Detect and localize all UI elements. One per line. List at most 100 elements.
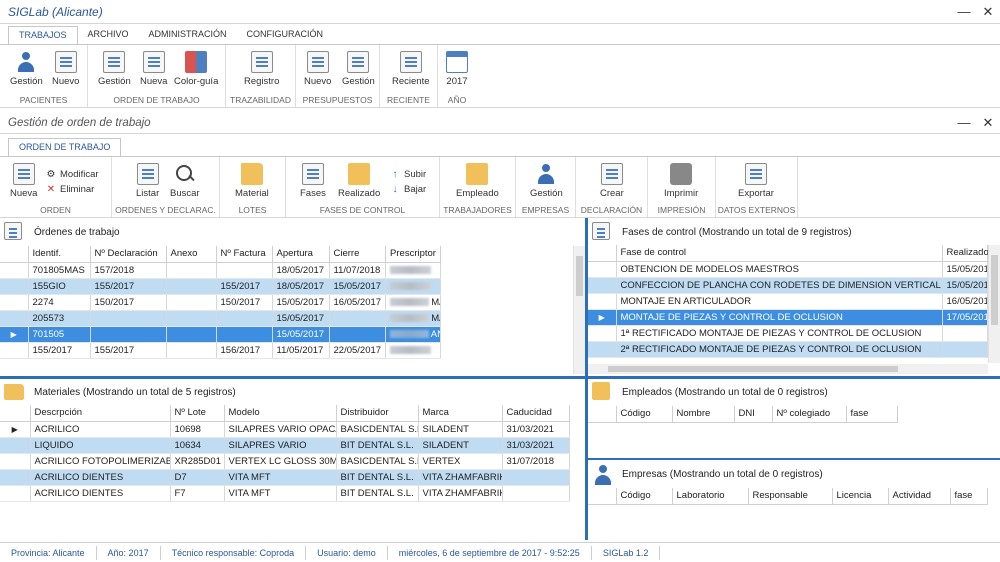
child-close-icon[interactable]: ✕ <box>976 113 1000 133</box>
column-header[interactable]: DNI <box>734 406 773 423</box>
table-row[interactable]: ACRILICO DIENTES D7 VITA MFT BIT DENTAL S.L… <box>0 469 570 486</box>
crear-button[interactable]: Crear <box>600 163 624 199</box>
column-header[interactable]: Realizado <box>942 245 989 262</box>
column-header[interactable]: fase <box>950 488 988 505</box>
cell: VITA ZHAMFABRIK <box>418 469 503 486</box>
orden-nueva-button[interactable]: Nueva <box>140 51 167 87</box>
color-guia-button[interactable]: Color-guía <box>174 51 218 87</box>
pacientes-gestion-button[interactable]: Gestión <box>10 51 43 87</box>
group-label: AÑO <box>447 95 467 105</box>
tab-orden-trabajo[interactable]: ORDEN DE TRABAJO <box>8 138 122 156</box>
subir-button[interactable]: ↑ Subir <box>390 169 427 180</box>
column-header[interactable]: Nº colegiado <box>772 406 847 423</box>
empresas-gestion-button[interactable]: Gestión <box>530 163 563 199</box>
column-header[interactable]: Laboratorio <box>672 488 749 505</box>
column-header[interactable]: Caducidad <box>502 405 570 422</box>
column-header[interactable]: fase <box>846 406 898 423</box>
realizado-button[interactable]: Realizado <box>338 163 380 199</box>
minimize-icon[interactable]: — <box>952 2 976 22</box>
column-header[interactable]: Licencia <box>832 488 889 505</box>
modificar-button[interactable]: ⚙ Modificar <box>46 169 99 180</box>
table-row[interactable]: ▶ ACRILICO 10698 SILAPRES VARIO OPACA BASICD… <box>0 421 570 438</box>
table-row[interactable]: 205573 15/05/2017 MAR <box>0 310 441 327</box>
imprimir-button[interactable]: Imprimir <box>664 163 698 199</box>
child-minimize-icon[interactable]: — <box>952 113 976 133</box>
table-row[interactable]: LIQUIDO 10634 SILAPRES VARIO BIT DENTAL S.L… <box>0 437 570 454</box>
column-header[interactable]: Código <box>616 488 673 505</box>
cell: 1ª RECTIFICADO MONTAJE DE PIEZAS Y CONTR… <box>616 325 943 342</box>
table-row[interactable]: 2ª RECTIFICADO MONTAJE DE PIEZAS Y CONTR… <box>588 341 988 358</box>
material-button[interactable]: Material <box>235 163 269 199</box>
table-header-row: Código Nombre DNI Nº colegiado fase <box>588 406 898 423</box>
fases-button[interactable]: Fases <box>300 163 326 199</box>
column-header[interactable]: Anexo <box>166 246 217 263</box>
cell: SILAPRES VARIO OPACA <box>224 421 337 438</box>
group-datos-externos: Exportar DATOS EXTERNOS <box>716 157 798 217</box>
column-header[interactable]: Actividad <box>888 488 951 505</box>
buscar-button[interactable]: Buscar <box>170 163 200 199</box>
cell: VERTEX LC GLOSS 30ML <box>224 453 337 470</box>
tab-configuracion[interactable]: CONFIGURACIÓN <box>237 26 334 44</box>
close-icon[interactable]: ✕ <box>976 2 1000 22</box>
listar-button[interactable]: Listar <box>136 163 159 199</box>
tab-archivo[interactable]: ARCHIVO <box>78 26 139 44</box>
cell: 18/05/2017 <box>272 262 330 279</box>
column-header[interactable]: Apertura <box>272 246 330 263</box>
nueva-orden-button[interactable]: Nueva <box>10 163 37 199</box>
column-header[interactable]: Distribuidor <box>336 405 419 422</box>
column-header[interactable]: Marca <box>418 405 503 422</box>
orden-gestion-button[interactable]: Gestión <box>98 51 131 87</box>
column-header[interactable]: Nº Declaración <box>90 246 167 263</box>
bajar-button[interactable]: ↓ Bajar <box>390 184 427 195</box>
tab-administracion[interactable]: ADMINISTRACIÓN <box>139 26 237 44</box>
table-row-selected[interactable]: ▶ MONTAJE DE PIEZAS Y CONTROL DE OCLUSION… <box>588 309 988 326</box>
table-row[interactable]: ACRILICO DIENTES F7 VITA MFT BIT DENTAL S.L… <box>0 485 570 502</box>
exportar-button[interactable]: Exportar <box>738 163 774 199</box>
table-header-row: Identif. Nº Declaración Anexo Nº Factura… <box>0 246 441 263</box>
right-splitter[interactable] <box>588 458 1000 460</box>
table-row[interactable]: ACRILICO FOTOPOLIMERIZABLE XR285D01 VERTEX… <box>0 453 570 470</box>
column-header[interactable]: Código <box>616 406 673 423</box>
tab-trabajos[interactable]: TRABAJOS <box>8 26 78 44</box>
cell <box>166 342 217 359</box>
ordenes-vertical-scrollbar[interactable] <box>573 246 585 374</box>
table-row[interactable]: OBTENCION DE MODELOS MAESTROS 15/05/201 <box>588 261 988 278</box>
ordenes-header: Órdenes de trabajo <box>0 220 585 244</box>
reciente-button[interactable]: Reciente <box>392 51 430 87</box>
eliminar-button[interactable]: ✕ Eliminar <box>46 184 95 195</box>
budget-management-icon <box>347 51 370 73</box>
registro-button[interactable]: Registro <box>244 51 279 87</box>
column-header[interactable]: Nº Lote <box>170 405 225 422</box>
column-header[interactable]: Nº Factura <box>216 246 273 263</box>
table-row[interactable]: 1ª RECTIFICADO MONTAJE DE PIEZAS Y CONTR… <box>588 325 988 342</box>
column-header[interactable]: Responsable <box>748 488 833 505</box>
cell: 22/05/2017 <box>329 342 387 359</box>
presupuesto-gestion-button[interactable]: Gestión <box>342 51 375 87</box>
fases-vertical-scrollbar[interactable] <box>988 245 1000 363</box>
cell: BIT DENTAL S.L. <box>336 469 419 486</box>
empleado-button[interactable]: Empleado <box>456 163 499 199</box>
column-header[interactable]: Fase de control <box>616 245 943 262</box>
table-row[interactable]: MONTAJE EN ARTICULADOR 16/05/201 <box>588 293 988 310</box>
table-row-selected[interactable]: ▶701505 15/05/2017 ANI <box>0 326 441 343</box>
column-header[interactable]: Nombre <box>672 406 735 423</box>
horizontal-splitter[interactable] <box>0 376 1000 379</box>
cell: VITA MFT <box>224 485 337 502</box>
column-header[interactable]: Identif. <box>28 246 91 263</box>
table-row[interactable]: CONFECCION DE PLANCHA CON RODETES DE DIM… <box>588 277 988 294</box>
cell <box>166 278 217 295</box>
fases-horizontal-scrollbar[interactable] <box>588 364 988 374</box>
pacientes-nuevo-button[interactable]: Nuevo <box>52 51 79 87</box>
column-header[interactable]: Prescriptor <box>385 246 441 263</box>
presupuesto-nuevo-button[interactable]: Nuevo <box>304 51 331 87</box>
column-header[interactable]: Modelo <box>224 405 337 422</box>
table-row[interactable]: 701805MAS 157/2018 18/05/2017 11/07/2018 <box>0 262 441 279</box>
column-header[interactable]: Cierre <box>329 246 387 263</box>
table-row[interactable]: 155/2017 155/2017 156/2017 11/05/2017 22/05/… <box>0 342 441 359</box>
cell: 15/05/2017 <box>272 294 330 311</box>
year-button[interactable]: 2017 <box>446 51 468 87</box>
table-row[interactable]: 2274 150/2017 150/2017 15/05/2017 16/05/2017… <box>0 294 441 311</box>
table-row[interactable]: 155GIO 155/2017 155/2017 18/05/2017 15/05/20… <box>0 278 441 295</box>
column-header[interactable]: Descrpción <box>30 405 171 422</box>
group-pacientes: Gestión Nuevo PACIENTES <box>0 45 88 107</box>
